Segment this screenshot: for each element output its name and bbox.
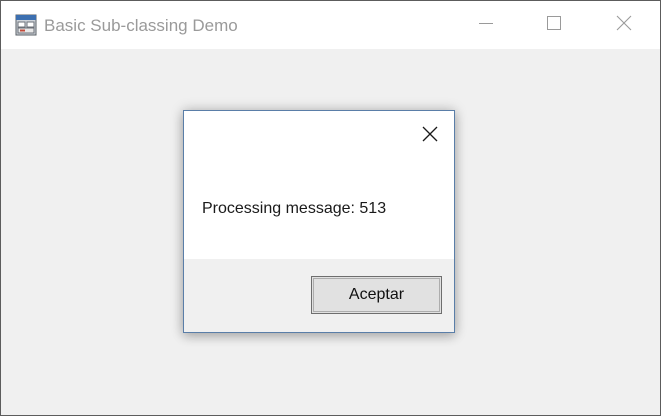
window-title: Basic Sub-classing Demo [44, 16, 238, 35]
maximize-button[interactable] [519, 1, 589, 49]
dialog-close-button[interactable] [416, 123, 444, 149]
close-icon [616, 15, 632, 36]
title-bar[interactable]: Basic Sub-classing Demo [1, 1, 660, 49]
window-close-button[interactable] [589, 1, 659, 49]
message-box-dialog: Processing message: 513 Aceptar [183, 110, 455, 333]
app-window-icon[interactable] [15, 14, 37, 36]
ok-button[interactable]: Aceptar [311, 276, 442, 314]
dialog-button-area: Aceptar [184, 259, 454, 332]
dialog-message-text: Processing message: 513 [202, 200, 387, 217]
dialog-content: Processing message: 513 [184, 111, 454, 259]
maximize-icon [546, 15, 562, 36]
minimize-icon [478, 15, 494, 36]
close-icon [421, 125, 439, 148]
minimize-button[interactable] [451, 1, 521, 49]
